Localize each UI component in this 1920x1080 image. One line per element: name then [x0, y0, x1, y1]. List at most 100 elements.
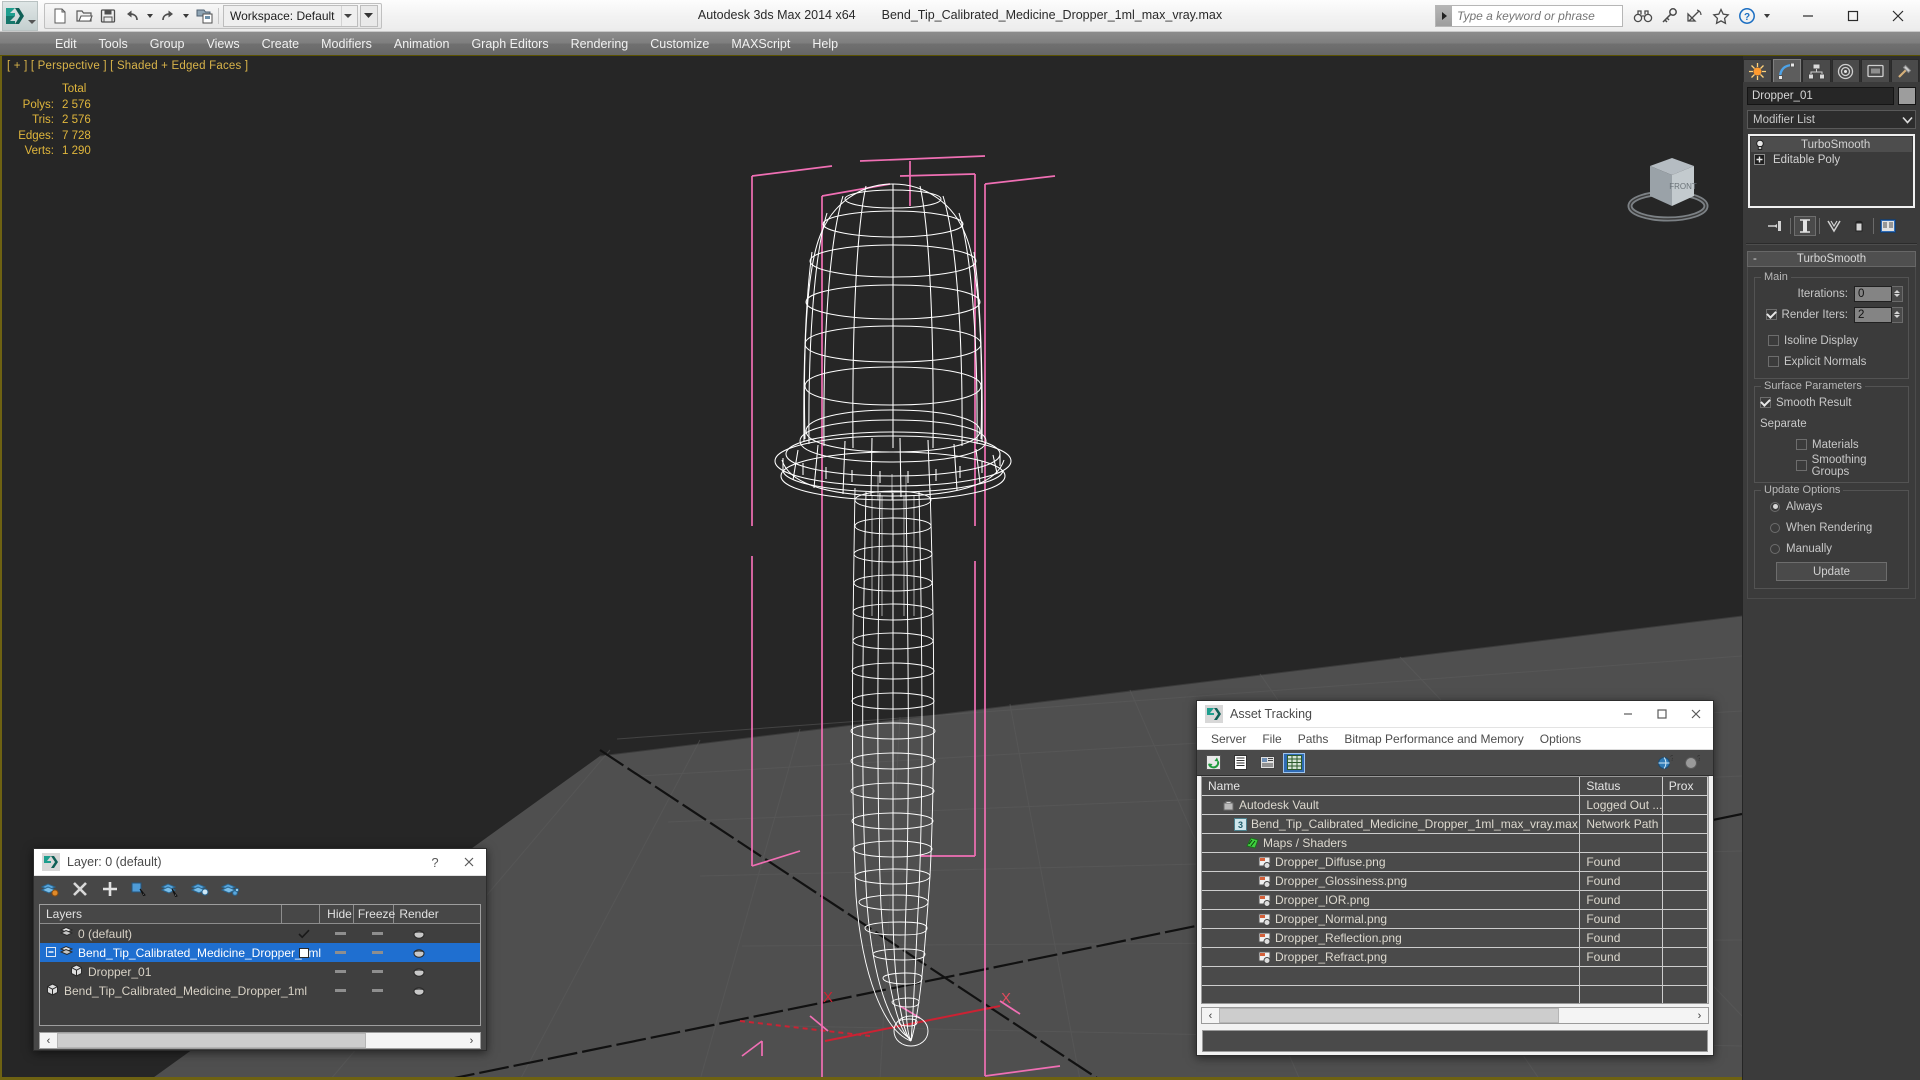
asset-tracking-maximize-button[interactable] [1645, 701, 1679, 728]
at-menu-options[interactable]: Options [1532, 730, 1589, 748]
iterations-spinner-arrows[interactable] [1892, 285, 1903, 302]
menu-item-help[interactable]: Help [801, 34, 849, 54]
infocenter-search[interactable] [1435, 5, 1623, 27]
search-dropdown-icon[interactable] [1436, 6, 1452, 26]
isoline-display-row[interactable]: Isoline Display [1760, 331, 1903, 350]
layer-close-button[interactable] [452, 849, 486, 876]
modifier-list-dropdown[interactable]: Modifier List [1747, 110, 1916, 129]
workspace-selector[interactable]: Workspace: Default [223, 4, 358, 27]
isoline-display-checkbox[interactable] [1768, 335, 1779, 346]
layer-current-check[interactable] [282, 943, 320, 962]
layer-column-render[interactable]: Render [394, 905, 438, 923]
layer-hide-toggle[interactable] [320, 943, 354, 962]
minimize-button[interactable] [1785, 1, 1830, 31]
key-icon[interactable] [1657, 4, 1681, 28]
at-column-status[interactable]: Status [1580, 777, 1663, 795]
layer-render-toggle[interactable] [394, 981, 438, 1000]
menu-item-customize[interactable]: Customize [639, 34, 720, 54]
save-file-icon[interactable] [96, 5, 120, 27]
layer-render-toggle[interactable] [394, 943, 438, 962]
at-column-name[interactable]: Name [1202, 777, 1581, 795]
smooth-result-checkbox[interactable] [1760, 397, 1771, 408]
layer-freeze-toggle[interactable] [354, 962, 394, 981]
layer-current-check[interactable] [282, 962, 320, 981]
table-row[interactable] [1202, 967, 1708, 986]
layer-hide-toggle[interactable] [320, 981, 354, 1000]
redo-icon[interactable] [156, 5, 180, 27]
display-tab[interactable] [1861, 59, 1890, 82]
layer-current-check[interactable] [282, 924, 320, 943]
layer-hide-toggle[interactable] [320, 924, 354, 943]
scroll-right-icon[interactable]: › [1691, 1008, 1708, 1023]
table-row[interactable]: 3 Bend_Tip_Calibrated_Medicine_Dropper_1… [1202, 815, 1708, 834]
favorites-star-icon[interactable] [1709, 4, 1733, 28]
select-highlighted-objects-icon[interactable] [160, 879, 180, 899]
render-iters-checkbox[interactable] [1765, 309, 1777, 320]
scroll-thumb[interactable] [57, 1033, 366, 1048]
smoothing-groups-checkbox[interactable] [1796, 460, 1807, 471]
at-column-prox[interactable]: Prox [1663, 777, 1708, 795]
render-iters-value[interactable]: 2 [1854, 306, 1892, 323]
open-file-icon[interactable] [72, 5, 96, 27]
layer-render-toggle[interactable] [394, 962, 438, 981]
layer-column-current[interactable] [282, 905, 320, 923]
table-view-icon[interactable] [1283, 752, 1305, 773]
list-item[interactable]: Bend_Tip_Calibrated_Medicine_Dropper_1ml [40, 981, 480, 1000]
asset-tracking-table[interactable]: Name Status Prox Autodesk Vault Logged O… [1201, 776, 1709, 1004]
always-radio[interactable] [1770, 501, 1780, 512]
render-iters-spinner-arrows[interactable] [1892, 306, 1903, 323]
maximize-button[interactable] [1830, 1, 1875, 31]
undo-dropdown-icon[interactable] [147, 13, 153, 18]
layer-column-hide[interactable]: Hide [320, 905, 354, 923]
table-row[interactable]: Autodesk Vault Logged Out ... [1202, 796, 1708, 815]
list-item[interactable]: Bend_Tip_Calibrated_Medicine_Dropper_1ml [40, 943, 480, 962]
workspace-more-button[interactable] [359, 4, 378, 27]
asset-tracking-minimize-button[interactable] [1611, 701, 1645, 728]
explicit-normals-checkbox[interactable] [1768, 356, 1779, 367]
close-button[interactable] [1875, 1, 1920, 31]
layer-freeze-toggle[interactable] [354, 943, 394, 962]
help-icon[interactable]: ? [1735, 4, 1759, 28]
iterations-value[interactable]: 0 [1854, 285, 1892, 302]
menu-item-tools[interactable]: Tools [88, 34, 139, 54]
configure-modifier-sets-icon[interactable] [1877, 216, 1899, 236]
new-file-icon[interactable] [48, 5, 72, 27]
at-menu-server[interactable]: Server [1203, 730, 1254, 748]
app-logo-button[interactable] [2, 0, 38, 31]
menu-item-maxscript[interactable]: MAXScript [720, 34, 801, 54]
binoculars-icon[interactable] [1631, 4, 1655, 28]
utilities-tab[interactable] [1890, 59, 1919, 82]
scroll-track[interactable] [57, 1033, 463, 1048]
smoothing-groups-row[interactable]: Smoothing Groups [1760, 454, 1903, 478]
manually-radio[interactable] [1770, 543, 1780, 554]
at-menu-bitmap-performance[interactable]: Bitmap Performance and Memory [1336, 730, 1531, 748]
materials-row[interactable]: Materials [1760, 435, 1903, 454]
when-rendering-radio[interactable] [1770, 522, 1780, 533]
layer-render-toggle[interactable] [394, 924, 438, 943]
layer-hide-toggle[interactable] [320, 962, 354, 981]
pin-stack-icon[interactable] [1765, 216, 1787, 236]
menu-item-edit[interactable]: Edit [44, 34, 88, 54]
motion-tab[interactable] [1831, 59, 1860, 82]
menu-item-views[interactable]: Views [195, 34, 250, 54]
at-menu-paths[interactable]: Paths [1290, 730, 1337, 748]
rollout-collapse-icon[interactable]: - [1753, 253, 1757, 265]
layer-column-freeze[interactable]: Freeze [354, 905, 395, 923]
scroll-track[interactable] [1219, 1008, 1691, 1023]
add-to-layer-icon[interactable] [100, 879, 120, 899]
project-folder-icon[interactable] [192, 5, 216, 27]
search-input[interactable] [1452, 6, 1622, 26]
layer-column-layers[interactable]: Layers [40, 905, 282, 923]
table-row[interactable]: Dropper_Normal.png Found [1202, 910, 1708, 929]
detail-view-icon[interactable] [1256, 753, 1278, 773]
list-item[interactable]: 0 (default) [40, 924, 480, 943]
modifier-stack-item-editable-poly[interactable]: Editable Poly [1751, 152, 1912, 167]
update-button[interactable]: Update [1776, 562, 1887, 581]
layer-help-button[interactable]: ? [418, 849, 452, 876]
help-globe-icon[interactable]: ? [1654, 753, 1676, 773]
menu-item-create[interactable]: Create [251, 34, 311, 54]
menu-item-rendering[interactable]: Rendering [560, 34, 640, 54]
menu-item-graph-editors[interactable]: Graph Editors [460, 34, 559, 54]
layer-window[interactable]: Layer: 0 (default) ? Layers Hide Freeze … [33, 848, 487, 1051]
layer-freeze-toggle[interactable] [354, 981, 394, 1000]
